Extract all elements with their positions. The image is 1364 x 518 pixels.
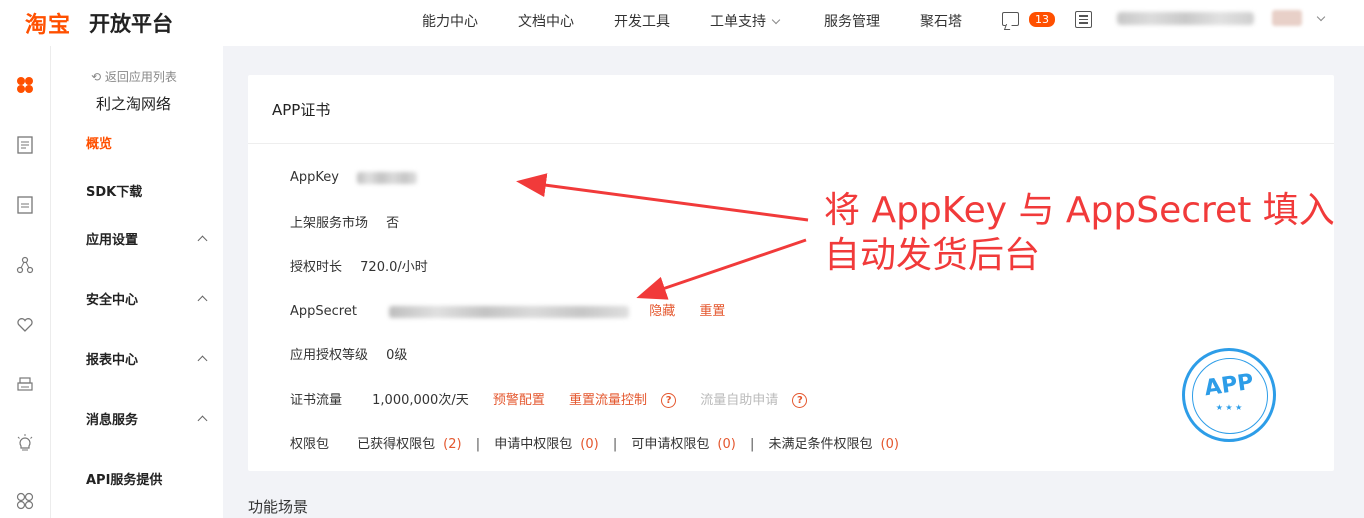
nav-capability-center[interactable]: 能力中心	[422, 11, 478, 31]
sidebar-item-message-service[interactable]: 消息服务	[86, 409, 138, 428]
market-value: 否	[386, 216, 400, 231]
nav-dev-tools[interactable]: 开发工具	[614, 11, 670, 31]
sidebar-item-app-settings[interactable]: 应用设置	[86, 229, 138, 248]
chevron-up-icon[interactable]	[197, 355, 208, 366]
bulb-icon[interactable]	[16, 434, 34, 452]
traffic-row: 证书流量 1,000,000次/天 预警配置 重置流量控制 ? 流量自助申请 ?	[290, 389, 808, 408]
appkey-value-blurred[interactable]	[357, 171, 418, 184]
market-row: 上架服务市场 否	[290, 212, 399, 231]
nav-docs-center[interactable]: 文档中心	[518, 11, 574, 31]
message-icon[interactable]	[1002, 12, 1019, 26]
perm-unmet-label[interactable]: 未满足条件权限包	[768, 437, 872, 452]
platform-title[interactable]: 开放平台	[89, 8, 173, 38]
traffic-label: 证书流量	[290, 393, 343, 408]
reset-secret-link[interactable]: 重置	[699, 304, 725, 319]
perm-available-label[interactable]: 可申请权限包	[631, 437, 709, 452]
back-link-label: 返回应用列表	[104, 70, 177, 84]
sidebar: ⟲ 返回应用列表 利之淘网络 概览 SDK下载 应用设置 安全中心 报表中心 消…	[51, 46, 223, 518]
back-to-app-list-link[interactable]: ⟲ 返回应用列表	[91, 68, 177, 85]
undo-icon: ⟲	[91, 70, 105, 84]
permission-label: 权限包	[290, 437, 330, 452]
alert-config-link[interactable]: 预警配置	[493, 393, 545, 408]
nav-ticket-support[interactable]: 工单支持	[710, 11, 781, 31]
market-label: 上架服务市场	[290, 216, 369, 231]
avatar[interactable]	[1272, 10, 1302, 26]
printer-icon[interactable]	[16, 376, 34, 394]
annotation-text: 将 AppKey 与 AppSecret 填入 自动发货后台	[824, 188, 1335, 278]
duration-label: 授权时长	[290, 260, 343, 275]
annotation-line-1: 将 AppKey 与 AppSecret 填入	[824, 190, 1335, 231]
nav-jushita[interactable]: 聚石塔	[920, 11, 962, 31]
icon-rail	[0, 46, 51, 518]
duration-row: 授权时长 720.0/小时	[290, 256, 428, 275]
separator: |	[475, 437, 481, 452]
perm-obtained-count[interactable]: (2)	[443, 437, 461, 452]
permission-row: 权限包 已获得权限包 (2) | 申请中权限包 (0) | 可申请权限包 (0) | …	[290, 433, 899, 452]
taobao-logo[interactable]: 淘宝	[25, 7, 71, 39]
file-icon[interactable]	[16, 196, 34, 214]
help-icon[interactable]: ?	[792, 393, 808, 408]
annotation-line-2: 自动发货后台	[824, 235, 1041, 276]
perm-available-count[interactable]: (0)	[717, 437, 735, 452]
chevron-up-icon[interactable]	[197, 415, 208, 426]
sidebar-item-api-service-provider[interactable]: API服务提供	[86, 469, 162, 488]
chevron-down-icon	[771, 15, 781, 25]
perm-unmet-count[interactable]: (0)	[881, 437, 899, 452]
top-bar: 淘宝 开放平台 能力中心 文档中心 开发工具 工单支持 服务管理 聚石塔 13	[0, 0, 1364, 46]
separator: |	[749, 437, 755, 452]
user-account-blurred[interactable]	[1117, 12, 1254, 25]
appsecret-row: AppSecret 隐藏 重置	[290, 300, 725, 319]
divider	[248, 143, 1334, 144]
appsecret-label: AppSecret	[290, 304, 357, 319]
chevron-up-icon[interactable]	[197, 295, 208, 306]
app-certification-stamp: APP ★ ★ ★	[1182, 348, 1276, 442]
heart-icon[interactable]	[16, 316, 34, 334]
duration-value: 720.0/小时	[360, 260, 428, 275]
message-count-badge: 13	[1029, 12, 1055, 27]
apps-grid-icon[interactable]	[16, 76, 34, 94]
hide-secret-link[interactable]: 隐藏	[649, 304, 675, 319]
card-title: APP证书	[272, 101, 331, 119]
sidebar-item-security-center[interactable]: 安全中心	[86, 289, 138, 308]
app-name: 利之淘网络	[96, 95, 172, 113]
stamp-star-icon: ★ ★ ★	[1215, 403, 1243, 412]
flower-icon[interactable]	[16, 492, 34, 510]
sidebar-item-report-center[interactable]: 报表中心	[86, 349, 138, 368]
nav-ticket-support-label: 工单支持	[710, 14, 766, 30]
sidebar-item-sdk-download[interactable]: SDK下载	[86, 181, 142, 200]
nav-service-management[interactable]: 服务管理	[824, 11, 880, 31]
help-icon[interactable]: ?	[661, 393, 677, 408]
perm-applying-label[interactable]: 申请中权限包	[494, 437, 572, 452]
level-label: 应用授权等级	[290, 348, 369, 363]
perm-applying-count[interactable]: (0)	[580, 437, 598, 452]
list-icon[interactable]	[1075, 11, 1092, 28]
traffic-value: 1,000,000次/天	[372, 393, 469, 408]
appkey-label: AppKey	[290, 170, 339, 185]
separator: |	[612, 437, 618, 452]
appsecret-value-blurred[interactable]	[389, 305, 630, 318]
sidebar-item-overview[interactable]: 概览	[86, 133, 112, 152]
traffic-self-apply-link[interactable]: 流量自助申请	[700, 393, 778, 408]
reset-traffic-link[interactable]: 重置流量控制	[569, 393, 647, 408]
chevron-down-icon[interactable]	[1316, 12, 1326, 22]
document-icon[interactable]	[16, 136, 34, 154]
appkey-row: AppKey	[290, 170, 418, 185]
section-heading-partial: 功能场景	[248, 498, 309, 516]
network-icon[interactable]	[16, 256, 34, 274]
chevron-up-icon[interactable]	[197, 235, 208, 246]
level-value: 0级	[386, 348, 408, 363]
perm-obtained-label[interactable]: 已获得权限包	[357, 437, 435, 452]
level-row: 应用授权等级 0级	[290, 344, 407, 363]
